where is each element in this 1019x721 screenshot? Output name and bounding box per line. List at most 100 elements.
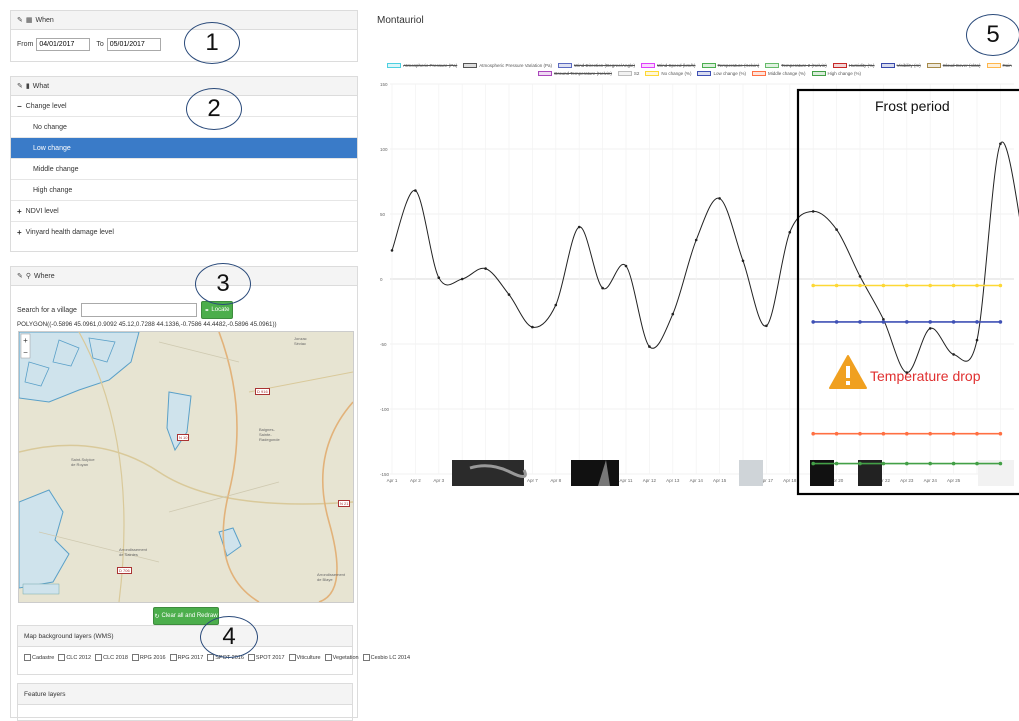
checkbox[interactable]	[24, 654, 31, 661]
checkbox[interactable]	[131, 654, 139, 661]
satellite-thumbnail	[810, 460, 834, 486]
what-title: What	[32, 82, 50, 90]
satellite-thumbnail	[978, 460, 1014, 486]
village-search-input[interactable]	[80, 303, 197, 317]
legend-swatch	[701, 63, 716, 68]
data-point	[811, 210, 815, 213]
layer-checkbox-clc2012[interactable]: CLC 2012	[58, 654, 91, 661]
y-tick-label: 50	[380, 212, 386, 217]
checkbox[interactable]	[288, 654, 296, 661]
wms-title: Map background layers (WMS)	[24, 632, 114, 640]
tree-item-change-level[interactable]: − Change level	[11, 96, 357, 117]
legend-item[interactable]: Middle change (%)	[751, 71, 806, 76]
polygon-text: POLYGON((-0.5896 45.0961,0.9092 45.12,0.…	[17, 321, 277, 328]
to-date-input[interactable]	[106, 38, 161, 51]
tree-item-label: No change	[33, 123, 67, 131]
legend-item[interactable]: S2	[617, 71, 639, 76]
data-point	[998, 431, 1003, 436]
layer-checkbox-spot2017[interactable]: SPOT 2017	[247, 654, 285, 661]
layer-checkbox-viticulture[interactable]: Viticulture	[288, 654, 321, 661]
legend-item[interactable]: No change (%)	[645, 71, 691, 76]
layer-checkbox-clc2018[interactable]: CLC 2018	[95, 654, 128, 661]
legend-swatch	[537, 71, 552, 76]
x-tick-label: Apr 22	[877, 478, 891, 483]
checkbox[interactable]	[247, 654, 255, 661]
layer-label: RPG 2016	[139, 654, 166, 661]
checkbox[interactable]	[169, 654, 177, 661]
legend-label: Atmospheric Pressure Variation (Pa)	[479, 63, 552, 68]
tree-item-low-change[interactable]: Low change	[11, 138, 357, 159]
what-header[interactable]: ✎ ▮ What	[11, 77, 357, 96]
layer-checkbox-rpg2016[interactable]: RPG 2016	[131, 654, 166, 661]
data-point	[905, 283, 909, 288]
tree-item-middle-change[interactable]: Middle change	[11, 159, 357, 180]
map-label-blaye: Arrondissement de Blaye	[317, 572, 346, 582]
feature-layers-title: Feature layers	[24, 690, 66, 698]
tree-item-ndvi[interactable]: + NDVI level	[11, 201, 357, 222]
map-canvas: + −	[19, 332, 353, 602]
satellite-thumbnail-texture	[469, 464, 527, 478]
collapse-icon[interactable]: ✎	[17, 82, 23, 90]
when-header[interactable]: ✎ ▦ When	[11, 11, 357, 30]
legend-label: Middle change (%)	[767, 71, 806, 76]
data-point	[928, 431, 932, 436]
legend-item[interactable]: Temperature (Kelvin)	[701, 63, 759, 68]
map-zoom-in-button[interactable]	[21, 334, 30, 346]
tree-item-no-change[interactable]: No change	[11, 117, 357, 138]
tree-item-vineyard[interactable]: + Vinyard health damage level	[11, 222, 357, 243]
plus-icon[interactable]: +	[17, 228, 22, 237]
legend-item[interactable]: Cloud Cover (okta)	[926, 63, 981, 68]
wms-panel: Map background layers (WMS) Cadastre CLC…	[17, 625, 410, 675]
tree-item-high-change[interactable]: High change	[11, 180, 357, 201]
data-point	[834, 431, 839, 436]
layer-checkbox-cadastre[interactable]: Cadastre	[24, 654, 54, 661]
legend-item[interactable]: Rain	[986, 63, 1012, 68]
x-tick-label: Apr 8	[550, 478, 561, 483]
when-title: When	[35, 16, 54, 24]
layer-checkbox-vegetation[interactable]: Vegetation	[324, 654, 359, 661]
temperature-drop-label: Temperature drop	[870, 368, 981, 384]
chart-series	[390, 141, 1019, 466]
checkbox[interactable]	[362, 654, 370, 661]
annotation-badge-3: 3	[195, 263, 251, 305]
legend-label: Rain	[1002, 63, 1012, 68]
from-date-input[interactable]	[36, 38, 91, 51]
data-point	[881, 283, 886, 288]
x-tick-label: Apr 2	[410, 478, 421, 483]
plus-icon[interactable]: +	[17, 207, 22, 216]
legend-item[interactable]: High change (%)	[811, 71, 861, 76]
legend-item[interactable]: Visibility (m)	[880, 63, 921, 68]
checkbox[interactable]	[324, 654, 332, 661]
legend-item[interactable]: Atmospheric Pressure Variation (Pa)	[463, 63, 552, 68]
checkbox[interactable]	[95, 654, 103, 661]
data-point	[624, 264, 628, 268]
legend-item[interactable]: Atmospheric Pressure (Pa)	[387, 63, 457, 68]
legend-item[interactable]: Wind Speed (km/h)	[640, 63, 696, 68]
minus-icon[interactable]: −	[17, 102, 22, 111]
collapse-icon[interactable]: ✎	[17, 16, 23, 24]
data-point	[905, 461, 909, 466]
legend-item[interactable]: Wind Direction (Degree/Angle)	[557, 63, 635, 68]
layer-checkbox-rpg2017[interactable]: RPG 2017	[169, 654, 203, 661]
x-tick-label: Apr 18	[783, 478, 797, 483]
legend-item[interactable]: Temperature 2 (Kelvin)	[765, 63, 827, 68]
data-point	[881, 320, 886, 324]
map-label-saintes: Arrondissement de Saintes	[119, 547, 148, 557]
map-zoom-out-button[interactable]	[21, 346, 30, 358]
layer-label: CLC 2018	[103, 654, 128, 661]
legend-item[interactable]: Low change (%)	[697, 71, 746, 76]
legend-item[interactable]: Ground Temperature (Kelvin)	[537, 71, 612, 76]
legend-swatch	[751, 71, 766, 76]
where-header[interactable]: ✎ ⚲ Where	[11, 267, 357, 286]
checkbox[interactable]	[58, 654, 66, 661]
data-point	[928, 327, 932, 330]
layer-checkbox-cesbio[interactable]: Cesbio LC 2014	[362, 654, 410, 661]
collapse-icon[interactable]: ✎	[17, 272, 23, 280]
data-point	[601, 286, 604, 290]
legend-label: Atmospheric Pressure (Pa)	[403, 63, 458, 68]
legend-item[interactable]: Humidity (%)	[832, 63, 875, 68]
legend-swatch	[617, 71, 632, 76]
y-tick-label: 150	[380, 82, 388, 87]
x-tick-label: Apr 11	[620, 478, 633, 483]
map-view[interactable]: + − Jonzac Séviac D 916 Saint-Sulpice de…	[18, 331, 354, 603]
